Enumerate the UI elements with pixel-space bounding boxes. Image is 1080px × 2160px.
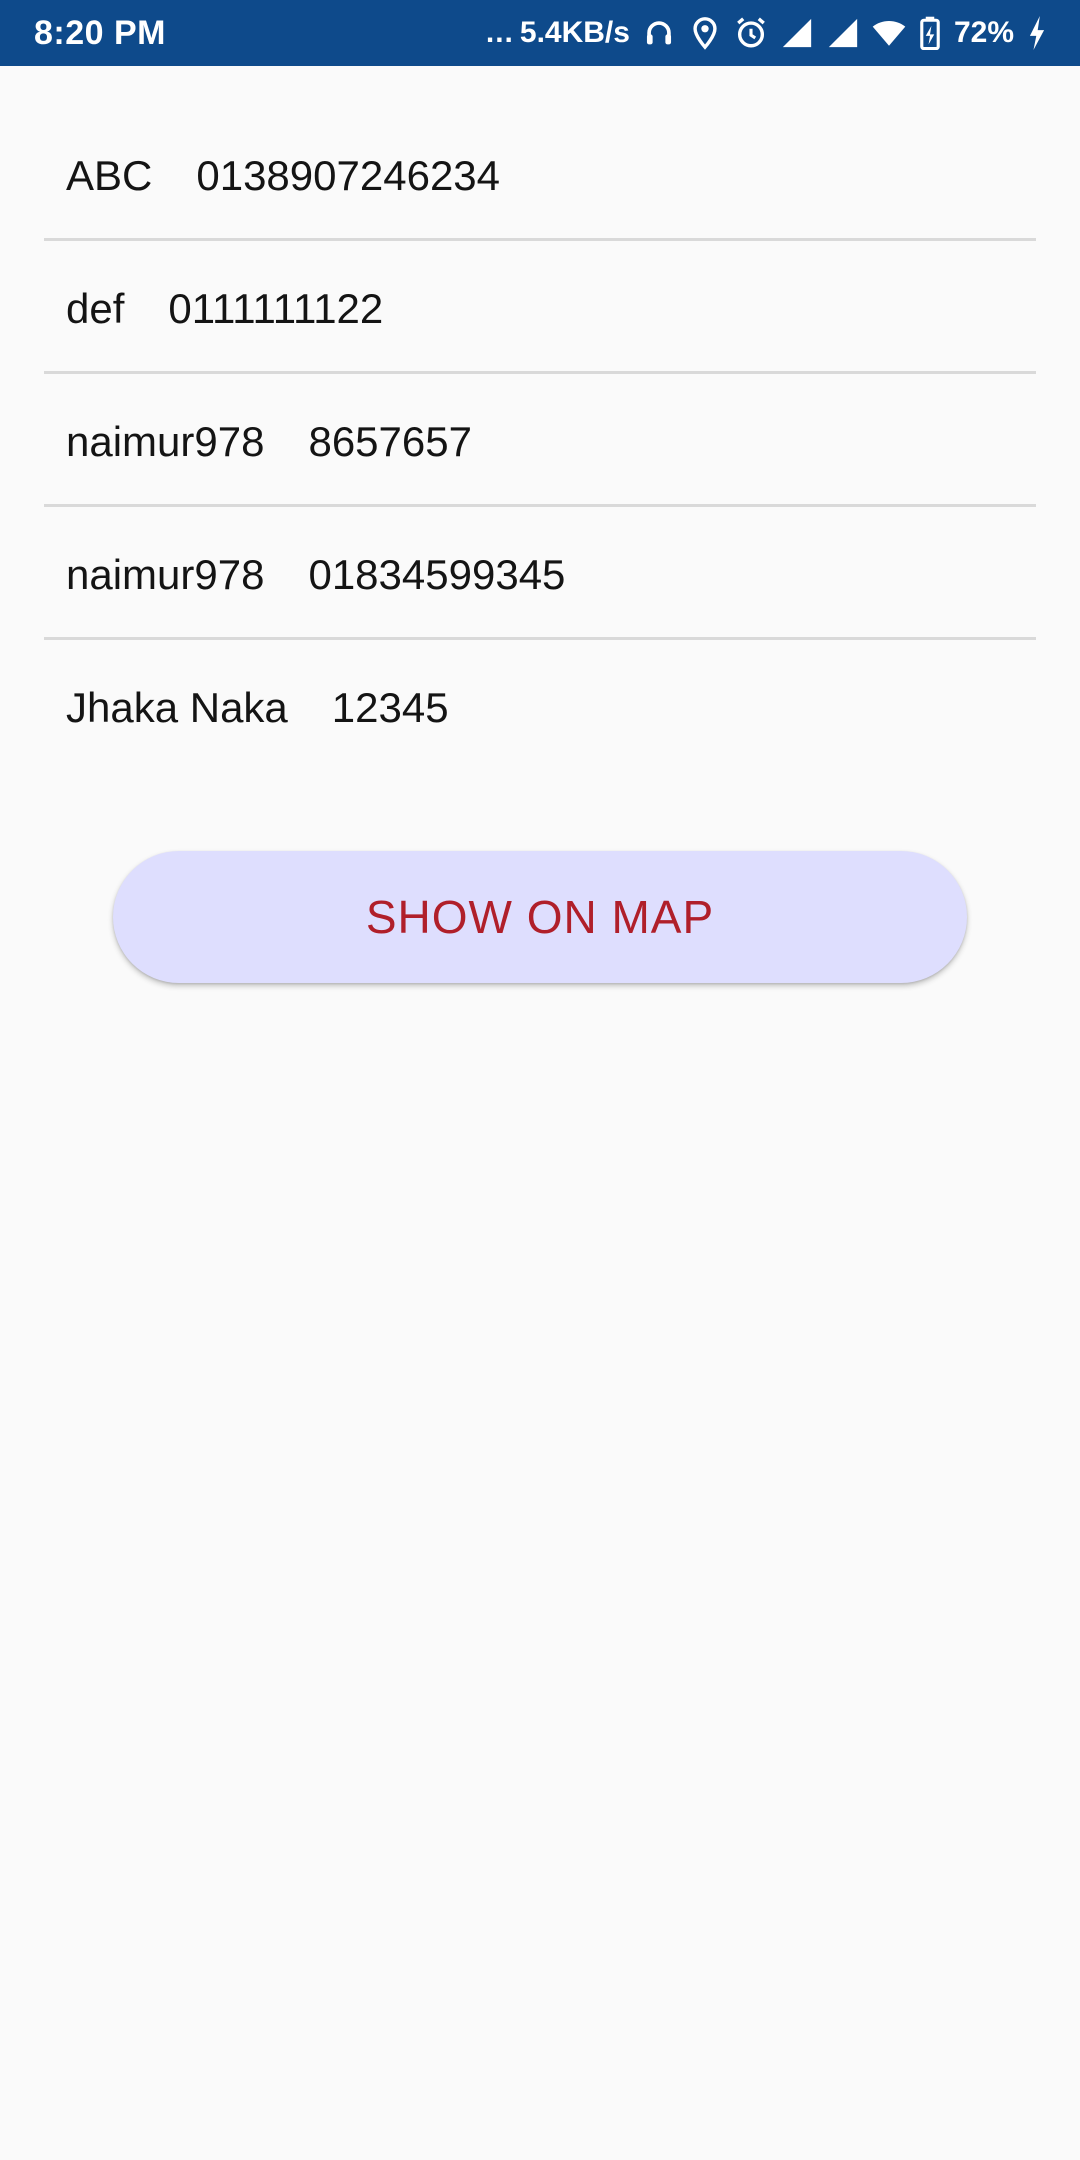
contact-phone: 8657657 bbox=[308, 418, 472, 465]
list-item[interactable]: naimur978 8657657 bbox=[44, 374, 1036, 507]
status-icons: ... 5.4KB/s 72% bbox=[486, 0, 1048, 66]
network-speed: 5.4KB/s bbox=[519, 16, 630, 49]
list-item[interactable]: naimur978 01834599345 bbox=[44, 507, 1036, 640]
show-on-map-button[interactable]: SHOW ON MAP bbox=[113, 851, 967, 983]
battery-icon bbox=[918, 16, 942, 50]
wifi-icon bbox=[872, 16, 906, 50]
alarm-icon bbox=[734, 16, 768, 50]
location-icon bbox=[688, 16, 722, 50]
battery-percent: 72% bbox=[953, 16, 1014, 49]
list-item[interactable]: def 0111111122 bbox=[44, 241, 1036, 374]
list-item-text: ABC 0138907246234 bbox=[66, 152, 500, 200]
list-item-text: Jhaka Naka 12345 bbox=[66, 684, 449, 732]
contact-name: naimur978 bbox=[66, 551, 265, 598]
headphones-icon bbox=[642, 16, 676, 50]
signal-icon bbox=[780, 16, 814, 50]
contact-name: Jhaka Naka bbox=[66, 684, 288, 731]
contact-phone: 0138907246234 bbox=[196, 152, 501, 199]
charging-icon bbox=[1026, 16, 1048, 50]
list-item-text: def 0111111122 bbox=[66, 285, 383, 333]
contact-phone: 12345 bbox=[331, 684, 449, 731]
list-item-text: naimur978 01834599345 bbox=[66, 551, 565, 599]
signal-icon bbox=[826, 16, 860, 50]
contact-name: ABC bbox=[66, 152, 153, 199]
contact-name: def bbox=[66, 285, 125, 332]
contact-list: ABC 0138907246234 def 0111111122 naimur978… bbox=[44, 108, 1036, 773]
list-item-text: naimur978 8657657 bbox=[66, 418, 472, 466]
status-time: 8:20 PM bbox=[34, 14, 166, 52]
contact-name: naimur978 bbox=[66, 418, 265, 465]
list-item[interactable]: ABC 0138907246234 bbox=[44, 108, 1036, 241]
contact-phone: 01834599345 bbox=[308, 551, 566, 598]
contact-phone: 0111111122 bbox=[168, 285, 384, 332]
list-item[interactable]: Jhaka Naka 12345 bbox=[44, 640, 1036, 773]
status-bar: 8:20 PM ... 5.4KB/s 72% bbox=[0, 0, 1080, 66]
notification-dots: ... bbox=[485, 16, 514, 49]
